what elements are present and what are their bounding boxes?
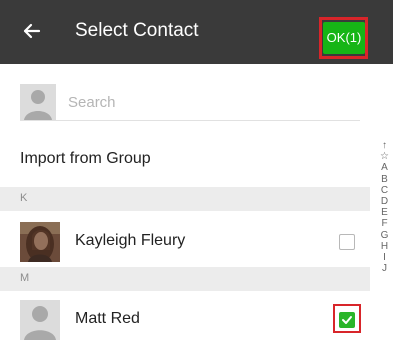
section-letter: K [20, 192, 28, 204]
index-letter[interactable]: ☆ [376, 151, 393, 162]
person-icon [20, 84, 56, 120]
contact-name: Matt Red [75, 310, 140, 327]
contact-avatar [20, 222, 60, 262]
section-header-k: K [0, 187, 370, 211]
section-letter: M [20, 272, 30, 284]
page-title: Select Contact [75, 20, 199, 41]
contact-row-kayleigh-fleury[interactable]: Kayleigh Fleury [0, 214, 370, 266]
search-bar [20, 80, 360, 121]
index-letter[interactable]: ↑ [376, 140, 393, 151]
person-icon [20, 300, 60, 340]
back-arrow-icon[interactable] [19, 18, 45, 44]
contact-row-matt-red[interactable]: Matt Red [0, 292, 370, 344]
index-letter[interactable]: B [376, 174, 393, 185]
index-letter[interactable]: A [376, 162, 393, 173]
index-letter[interactable]: G [376, 230, 393, 241]
search-input[interactable] [66, 88, 340, 116]
index-letter[interactable]: J [376, 263, 393, 274]
contact-name: Kayleigh Fleury [75, 232, 186, 249]
index-letter[interactable]: F [376, 218, 393, 229]
import-from-group-label: Import from Group [20, 150, 151, 167]
index-letter[interactable]: I [376, 252, 393, 263]
ok-button[interactable]: OK(1) [323, 22, 365, 54]
import-from-group-row[interactable]: Import from Group [0, 135, 370, 185]
alphabet-index[interactable]: ↑ ☆ A B C D E F G H I J [376, 140, 393, 274]
checkbox-highlight [333, 304, 361, 333]
index-letter[interactable]: C [376, 185, 393, 196]
section-header-m: M [0, 267, 370, 291]
contact-checkbox[interactable] [339, 234, 355, 250]
index-letter[interactable]: D [376, 196, 393, 207]
index-letter[interactable]: E [376, 207, 393, 218]
index-letter[interactable]: H [376, 241, 393, 252]
